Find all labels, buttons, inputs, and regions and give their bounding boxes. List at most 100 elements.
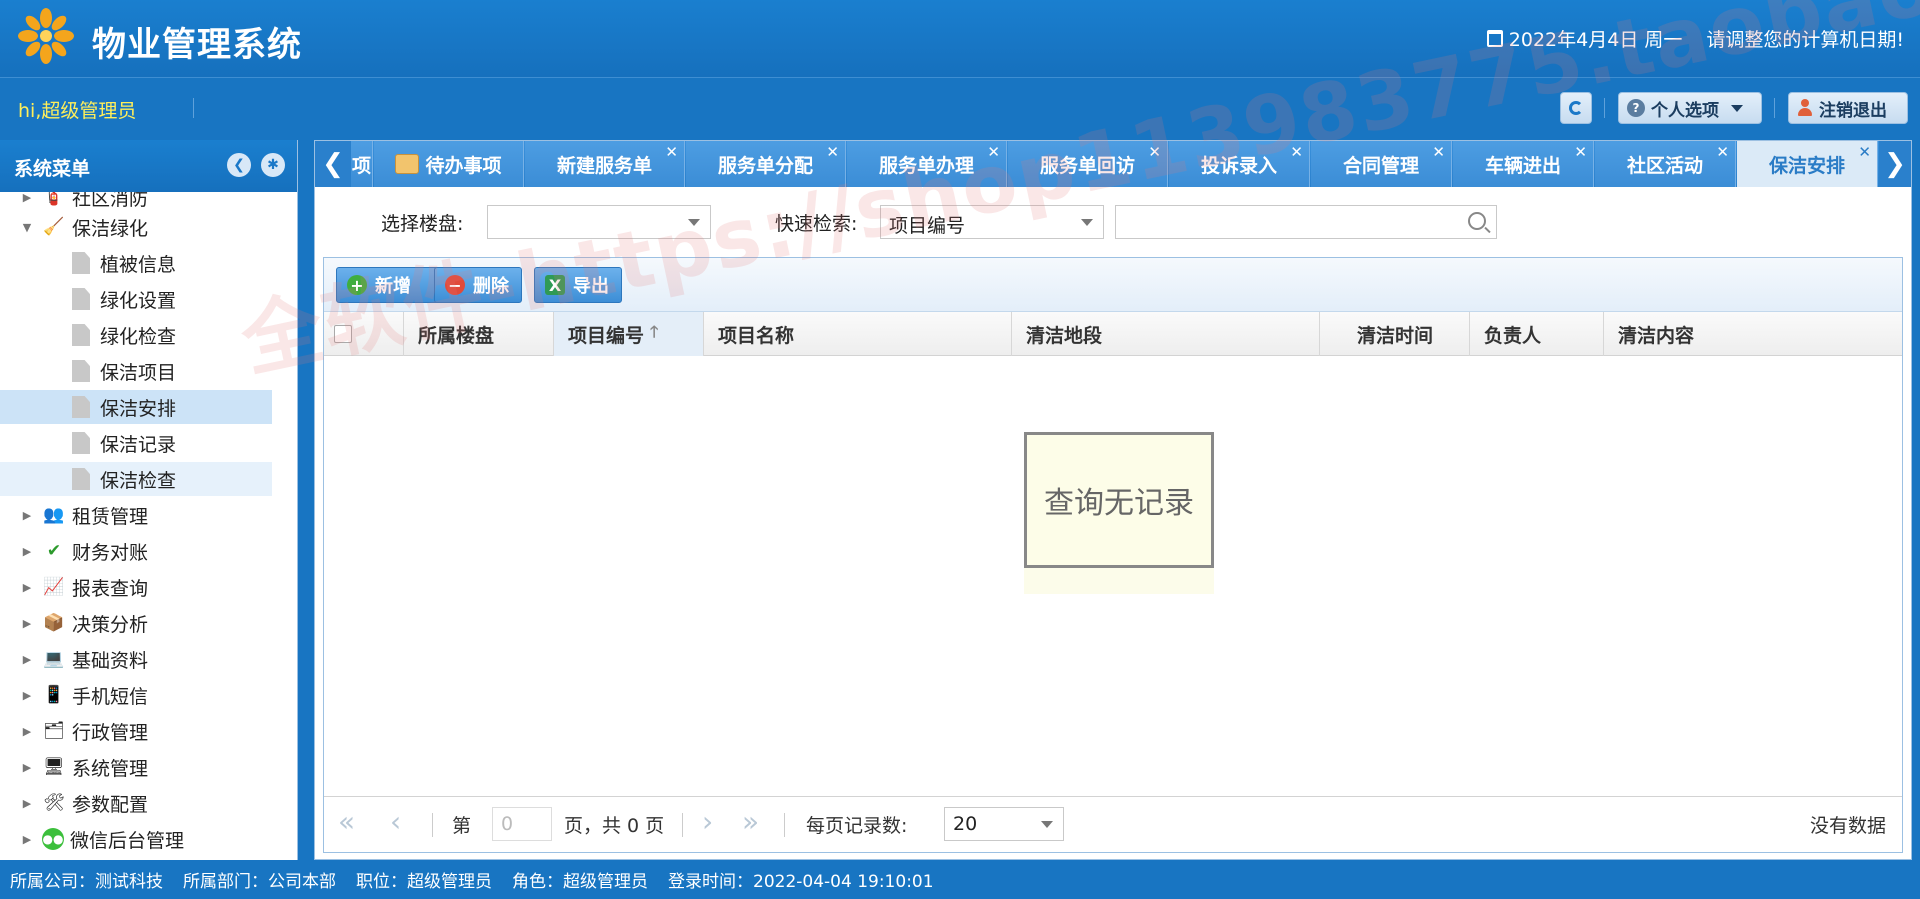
select-all-checkbox[interactable] bbox=[334, 325, 352, 343]
chevron-down-icon bbox=[1731, 104, 1743, 112]
expand-arrow-icon: ▶ bbox=[22, 796, 32, 810]
close-icon[interactable]: ✕ bbox=[1858, 143, 1871, 161]
empty-message-shadow bbox=[1024, 568, 1214, 594]
sidebar-item-cleaning-record[interactable]: 保洁记录 bbox=[0, 426, 272, 460]
footer-position: 职位：超级管理员 bbox=[356, 872, 492, 892]
export-button[interactable]: X 导出 bbox=[534, 267, 622, 303]
tab-cleaning-schedule[interactable]: 保洁安排 ✕ bbox=[1737, 141, 1878, 187]
quick-search-field-select[interactable]: 项目编号 bbox=[880, 205, 1104, 239]
table-header: 所属楼盘 项目编号 🡑 项目名称 清洁地段 清洁时间 负责人 清洁内容 bbox=[324, 312, 1902, 356]
tab-todo[interactable]: 待办事项 bbox=[374, 141, 524, 187]
close-icon[interactable]: ✕ bbox=[1148, 143, 1161, 161]
cube-icon: 📦 bbox=[43, 613, 65, 633]
first-page-icon[interactable]: « bbox=[338, 805, 355, 838]
gear-icon[interactable]: ✱ bbox=[261, 153, 285, 177]
check-icon: ✔ bbox=[46, 541, 62, 561]
column-header-cleaning-content[interactable]: 清洁内容 bbox=[1604, 312, 1902, 356]
minus-icon: − bbox=[445, 275, 465, 295]
sidebar-item-parameters[interactable]: ▶ 🛠 参数配置 bbox=[0, 786, 272, 820]
date-warning: 请调整您的计算机日期! bbox=[1706, 29, 1904, 51]
tab-bar: ❮ 项 待办事项 新建服务单 ✕ 服务单分配 ✕ 服务单办理 ✕ 服务单回访 ✕ 投诉录… bbox=[315, 141, 1911, 187]
sidebar-item-reports[interactable]: ▶ 📈 报表查询 bbox=[0, 570, 272, 604]
quick-search-label: 快速检索: bbox=[775, 213, 858, 235]
divider bbox=[1604, 98, 1605, 118]
app-title: 物业管理系统 bbox=[92, 25, 302, 65]
expand-arrow-icon: ▶ bbox=[22, 544, 32, 558]
menu-tree: ▶ 🧯 社区消防 ▼ 🧹 保洁绿化 植被信息 绿化设置 绿化检查 保洁项目 保洁… bbox=[0, 192, 297, 860]
sidebar-item-finance[interactable]: ▶ ✔ 财务对账 bbox=[0, 534, 272, 568]
todo-icon bbox=[395, 154, 420, 174]
close-icon[interactable]: ✕ bbox=[1716, 143, 1729, 161]
building-select[interactable] bbox=[487, 205, 711, 239]
close-icon[interactable]: ✕ bbox=[826, 143, 839, 161]
logout-label: 注销退出 bbox=[1819, 100, 1887, 121]
sidebar-item-greening-check[interactable]: 绿化检查 bbox=[0, 318, 272, 352]
logout-button[interactable]: 注销退出 bbox=[1788, 92, 1908, 124]
empty-message: 查询无记录 bbox=[1024, 432, 1214, 568]
tab-partial[interactable]: 项 bbox=[351, 141, 373, 187]
column-header-cleaning-area[interactable]: 清洁地段 bbox=[1012, 312, 1320, 356]
tab-vehicle-access[interactable]: 车辆进出 ✕ bbox=[1453, 141, 1594, 187]
sidebar-item-greening-settings[interactable]: 绿化设置 bbox=[0, 282, 272, 316]
close-icon[interactable]: ✕ bbox=[987, 143, 1000, 161]
people-icon: 👥 bbox=[43, 505, 65, 525]
sidebar-item-basic-data[interactable]: ▶ 💻 基础资料 bbox=[0, 642, 272, 676]
sidebar-item-decision-analysis[interactable]: ▶ 📦 决策分析 bbox=[0, 606, 272, 640]
broom-icon: 🧹 bbox=[43, 217, 65, 237]
collapse-sidebar-icon[interactable]: ❮ bbox=[227, 153, 251, 177]
document-icon bbox=[72, 468, 90, 490]
personal-options-button[interactable]: ? 个人选项 bbox=[1618, 92, 1762, 124]
tab-service-order-process[interactable]: 服务单办理 ✕ bbox=[847, 141, 1007, 187]
sidebar-item-administration[interactable]: ▶ 🗂 行政管理 bbox=[0, 714, 272, 748]
column-header-person-in-charge[interactable]: 负责人 bbox=[1470, 312, 1604, 356]
user-icon bbox=[1797, 99, 1813, 117]
refresh-button[interactable] bbox=[1560, 92, 1592, 124]
sidebar-header: 系统菜单 ❮ ✱ bbox=[0, 140, 297, 192]
sidebar-item-vegetation-info[interactable]: 植被信息 bbox=[0, 246, 272, 280]
close-icon[interactable]: ✕ bbox=[665, 143, 678, 161]
expand-arrow-icon: ▶ bbox=[22, 192, 32, 204]
search-icon[interactable] bbox=[1468, 212, 1486, 230]
user-bar: hi,超级管理员 ? 个人选项 注销退出 bbox=[0, 78, 1920, 138]
select-all-cell bbox=[324, 312, 404, 356]
sidebar-item-sms[interactable]: ▶ 📱 手机短信 bbox=[0, 678, 272, 712]
tab-new-service-order[interactable]: 新建服务单 ✕ bbox=[525, 141, 685, 187]
close-icon[interactable]: ✕ bbox=[1290, 143, 1303, 161]
close-icon[interactable]: ✕ bbox=[1432, 143, 1445, 161]
document-icon bbox=[72, 396, 90, 418]
tab-service-order-revisit[interactable]: 服务单回访 ✕ bbox=[1008, 141, 1168, 187]
last-page-icon[interactable]: » bbox=[742, 805, 759, 838]
column-header-project-name[interactable]: 项目名称 bbox=[704, 312, 1012, 356]
tab-scroll-right-icon[interactable]: ❯ bbox=[1879, 141, 1911, 187]
column-header-cleaning-time[interactable]: 清洁时间 bbox=[1320, 312, 1470, 356]
column-header-project-code[interactable]: 项目编号 🡑 bbox=[554, 312, 704, 356]
monitor-icon: 🖥 bbox=[43, 757, 65, 777]
sidebar-item-cleaning-greening[interactable]: ▼ 🧹 保洁绿化 bbox=[0, 210, 272, 244]
tab-scroll-left-icon[interactable]: ❮ bbox=[315, 141, 351, 187]
tab-complaint-entry[interactable]: 投诉录入 ✕ bbox=[1169, 141, 1310, 187]
sidebar-item-lease-management[interactable]: ▶ 👥 租赁管理 bbox=[0, 498, 272, 532]
tab-service-order-assign[interactable]: 服务单分配 ✕ bbox=[686, 141, 846, 187]
chevron-down-icon bbox=[688, 219, 700, 226]
document-icon bbox=[72, 288, 90, 310]
page-prefix: 第 bbox=[452, 815, 472, 837]
prev-page-icon[interactable]: ‹ bbox=[390, 805, 401, 838]
sidebar-item-cleaning-check[interactable]: 保洁检查 bbox=[0, 462, 272, 496]
close-icon[interactable]: ✕ bbox=[1574, 143, 1587, 161]
sidebar-item-system[interactable]: ▶ 🖥 系统管理 bbox=[0, 750, 272, 784]
page-number-input[interactable]: 0 bbox=[492, 807, 552, 841]
user-greeting: hi,超级管理员 bbox=[18, 100, 137, 122]
column-header-building[interactable]: 所属楼盘 bbox=[404, 312, 554, 356]
per-page-select[interactable]: 20 bbox=[944, 807, 1064, 841]
tab-contract-management[interactable]: 合同管理 ✕ bbox=[1311, 141, 1452, 187]
search-input[interactable] bbox=[1115, 205, 1497, 239]
sidebar: 系统菜单 ❮ ✱ ▶ 🧯 社区消防 ▼ 🧹 保洁绿化 植被信息 绿化设置 绿化检… bbox=[0, 140, 298, 860]
sidebar-item-cleaning-project[interactable]: 保洁项目 bbox=[0, 354, 272, 388]
tools-icon: 🛠 bbox=[43, 793, 65, 813]
excel-icon: X bbox=[545, 275, 565, 295]
delete-button[interactable]: − 删除 bbox=[434, 267, 522, 303]
tab-community-activity[interactable]: 社区活动 ✕ bbox=[1595, 141, 1736, 187]
sidebar-item-cleaning-schedule[interactable]: 保洁安排 bbox=[0, 390, 272, 424]
next-page-icon[interactable]: › bbox=[702, 805, 713, 838]
sidebar-item-wechat[interactable]: ▶ ●● 微信后台管理 bbox=[0, 822, 272, 856]
